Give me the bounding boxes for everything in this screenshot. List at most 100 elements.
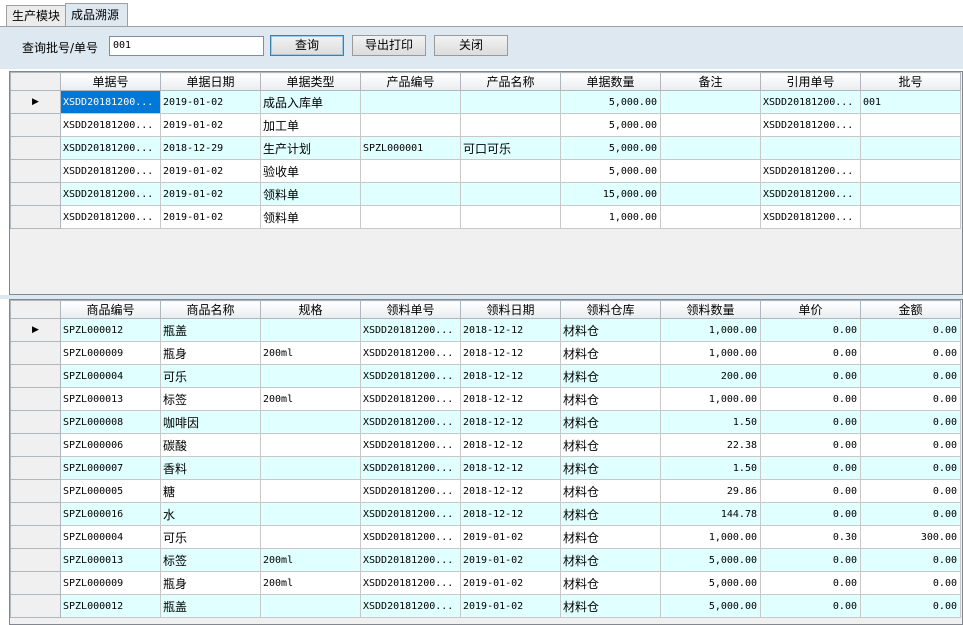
table-cell[interactable]: 2019-01-02 <box>460 571 561 595</box>
table-cell[interactable] <box>660 90 761 114</box>
table-cell[interactable]: 0.00 <box>760 341 861 365</box>
row-header[interactable] <box>10 502 61 526</box>
table-cell[interactable] <box>460 205 561 229</box>
table-cell[interactable]: 1,000.00 <box>660 525 761 549</box>
table-cell[interactable]: 2019-01-02 <box>160 90 261 114</box>
table-cell[interactable]: XSDD20181200... <box>360 318 461 342</box>
table-cell[interactable] <box>360 205 461 229</box>
column-header[interactable]: 引用单号 <box>760 72 861 91</box>
table-row[interactable]: XSDD20181200... 2019-01-02 领料单 15,000.00 XSD… <box>10 182 961 206</box>
table-cell[interactable]: 2019-01-02 <box>460 548 561 572</box>
table-cell[interactable]: XSDD20181200... <box>60 90 161 114</box>
table-cell[interactable]: 0.00 <box>860 410 961 434</box>
row-header[interactable] <box>10 364 61 388</box>
row-header[interactable] <box>10 456 61 480</box>
table-row[interactable]: SPZL000013 标签 200ml XSDD20181200... 2018-12-… <box>10 387 961 411</box>
table-cell[interactable]: SPZL000012 <box>60 594 161 618</box>
row-header[interactable] <box>10 548 61 572</box>
table-cell[interactable]: 001 <box>860 90 961 114</box>
table-cell[interactable] <box>260 594 361 618</box>
table-cell[interactable]: 1,000.00 <box>660 318 761 342</box>
row-header[interactable] <box>10 159 61 183</box>
table-cell[interactable]: XSDD20181200... <box>360 456 461 480</box>
table-cell[interactable]: 材料仓 <box>560 387 661 411</box>
row-header[interactable] <box>10 433 61 457</box>
table-cell[interactable]: SPZL000009 <box>60 341 161 365</box>
table-cell[interactable]: 瓶身 <box>160 571 261 595</box>
export-print-button[interactable]: 导出打印 <box>352 35 426 56</box>
table-cell[interactable]: 0.00 <box>860 341 961 365</box>
table-row[interactable]: ▶ SPZL000012 瓶盖 XSDD20181200... 2018-12-12 材料… <box>10 318 961 342</box>
table-row[interactable]: SPZL000009 瓶身 200ml XSDD20181200... 2018-12-… <box>10 341 961 365</box>
table-cell[interactable]: 0.00 <box>860 364 961 388</box>
table-cell[interactable]: XSDD20181200... <box>760 159 861 183</box>
table-cell[interactable]: 2018-12-12 <box>460 479 561 503</box>
table-cell[interactable]: 2018-12-12 <box>460 502 561 526</box>
row-header[interactable]: ▶ <box>10 90 61 114</box>
table-cell[interactable] <box>360 182 461 206</box>
column-header[interactable]: 领料仓库 <box>560 300 661 319</box>
table-cell[interactable]: XSDD20181200... <box>360 433 461 457</box>
table-cell[interactable]: 加工单 <box>260 113 361 137</box>
table-cell[interactable]: 2019-01-02 <box>460 525 561 549</box>
table-cell[interactable]: XSDD20181200... <box>360 502 461 526</box>
table-cell[interactable]: SPZL000007 <box>60 456 161 480</box>
table-cell[interactable]: 5,000.00 <box>560 113 661 137</box>
table-cell[interactable]: 标签 <box>160 387 261 411</box>
table-cell[interactable]: 糖 <box>160 479 261 503</box>
table-cell[interactable]: 5,000.00 <box>560 136 661 160</box>
column-header[interactable]: 单据类型 <box>260 72 361 91</box>
table-cell[interactable] <box>860 159 961 183</box>
table-cell[interactable] <box>260 410 361 434</box>
table-cell[interactable] <box>460 90 561 114</box>
table-cell[interactable]: 领料单 <box>260 205 361 229</box>
materials-grid[interactable]: 商品编号 商品名称 规格 领料单号 领料日期 领料仓库 领料数量 单价 金额 ▶ SPZL0000… <box>9 299 963 625</box>
table-cell[interactable]: XSDD20181200... <box>760 205 861 229</box>
table-cell[interactable] <box>260 502 361 526</box>
table-cell[interactable]: 水 <box>160 502 261 526</box>
table-cell[interactable] <box>260 364 361 388</box>
table-cell[interactable]: XSDD20181200... <box>760 182 861 206</box>
table-cell[interactable]: 可乐 <box>160 364 261 388</box>
table-cell[interactable]: 0.00 <box>760 502 861 526</box>
table-cell[interactable]: 材料仓 <box>560 318 661 342</box>
table-cell[interactable]: 瓶盖 <box>160 318 261 342</box>
table-cell[interactable] <box>660 159 761 183</box>
column-header[interactable]: 单据日期 <box>160 72 261 91</box>
table-cell[interactable]: 200ml <box>260 548 361 572</box>
table-cell[interactable]: 0.00 <box>760 571 861 595</box>
table-cell[interactable]: 0.00 <box>860 594 961 618</box>
table-cell[interactable] <box>460 159 561 183</box>
column-header[interactable]: 产品编号 <box>360 72 461 91</box>
column-header[interactable]: 规格 <box>260 300 361 319</box>
table-cell[interactable]: 200ml <box>260 387 361 411</box>
table-cell[interactable]: XSDD20181200... <box>360 410 461 434</box>
row-header[interactable] <box>10 182 61 206</box>
table-cell[interactable]: SPZL000016 <box>60 502 161 526</box>
table-cell[interactable]: 5,000.00 <box>660 548 761 572</box>
table-cell[interactable]: 2018-12-12 <box>460 318 561 342</box>
table-cell[interactable] <box>860 205 961 229</box>
row-header[interactable] <box>10 136 61 160</box>
table-cell[interactable]: 材料仓 <box>560 594 661 618</box>
table-cell[interactable] <box>260 479 361 503</box>
column-header[interactable]: 领料数量 <box>660 300 761 319</box>
table-cell[interactable]: 瓶盖 <box>160 594 261 618</box>
table-row[interactable]: SPZL000004 可乐 XSDD20181200... 2019-01-02 材料仓… <box>10 525 961 549</box>
table-cell[interactable] <box>860 136 961 160</box>
column-header[interactable]: 领料单号 <box>360 300 461 319</box>
table-cell[interactable] <box>260 318 361 342</box>
table-cell[interactable]: 0.00 <box>760 594 861 618</box>
table-cell[interactable] <box>760 136 861 160</box>
table-cell[interactable]: SPZL000004 <box>60 525 161 549</box>
table-cell[interactable]: SPZL000004 <box>60 364 161 388</box>
table-cell[interactable]: 300.00 <box>860 525 961 549</box>
table-cell[interactable]: 0.00 <box>860 479 961 503</box>
query-input[interactable]: 001 <box>109 36 264 56</box>
table-cell[interactable]: 2018-12-29 <box>160 136 261 160</box>
table-cell[interactable]: SPZL000012 <box>60 318 161 342</box>
table-cell[interactable]: 1.50 <box>660 456 761 480</box>
documents-grid[interactable]: 单据号 单据日期 单据类型 产品编号 产品名称 单据数量 备注 引用单号 批号 ▶ XSDD201… <box>9 71 963 295</box>
column-header[interactable]: 单据数量 <box>560 72 661 91</box>
table-cell[interactable]: 材料仓 <box>560 525 661 549</box>
